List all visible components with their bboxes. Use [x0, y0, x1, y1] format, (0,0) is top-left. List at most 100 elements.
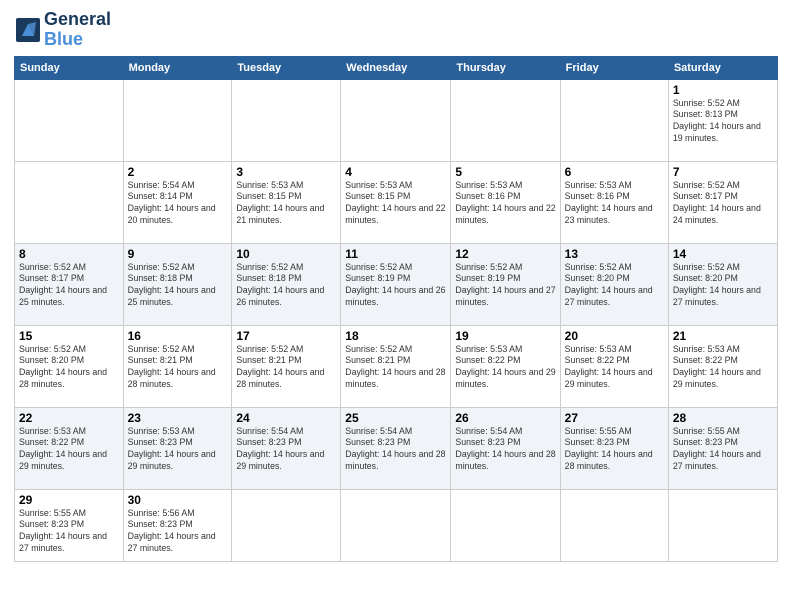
day-cell-4: 4Sunrise: 5:53 AMSunset: 8:15 PMDaylight…: [341, 161, 451, 243]
day-cell-29: 29Sunrise: 5:55 AMSunset: 8:23 PMDayligh…: [15, 489, 124, 561]
day-info: Sunrise: 5:53 AMSunset: 8:15 PMDaylight:…: [345, 180, 445, 226]
day-info: Sunrise: 5:54 AMSunset: 8:23 PMDaylight:…: [455, 426, 555, 472]
day-cell-26: 26Sunrise: 5:54 AMSunset: 8:23 PMDayligh…: [451, 407, 560, 489]
day-info: Sunrise: 5:52 AMSunset: 8:20 PMDaylight:…: [673, 262, 761, 308]
day-info: Sunrise: 5:55 AMSunset: 8:23 PMDaylight:…: [565, 426, 653, 472]
header-cell-sunday: Sunday: [15, 56, 124, 79]
day-info: Sunrise: 5:52 AMSunset: 8:21 PMDaylight:…: [128, 344, 216, 390]
empty-cell: [560, 489, 668, 561]
empty-cell: [560, 79, 668, 161]
empty-cell: [341, 79, 451, 161]
day-cell-8: 8Sunrise: 5:52 AMSunset: 8:17 PMDaylight…: [15, 243, 124, 325]
day-cell-18: 18Sunrise: 5:52 AMSunset: 8:21 PMDayligh…: [341, 325, 451, 407]
day-number: 5: [455, 165, 555, 179]
day-info: Sunrise: 5:52 AMSunset: 8:18 PMDaylight:…: [236, 262, 324, 308]
header-row: SundayMondayTuesdayWednesdayThursdayFrid…: [15, 56, 778, 79]
header-cell-saturday: Saturday: [668, 56, 777, 79]
empty-cell: [232, 489, 341, 561]
day-cell-25: 25Sunrise: 5:54 AMSunset: 8:23 PMDayligh…: [341, 407, 451, 489]
day-number: 23: [128, 411, 228, 425]
day-number: 4: [345, 165, 446, 179]
day-cell-27: 27Sunrise: 5:55 AMSunset: 8:23 PMDayligh…: [560, 407, 668, 489]
day-cell-17: 17Sunrise: 5:52 AMSunset: 8:21 PMDayligh…: [232, 325, 341, 407]
day-cell-9: 9Sunrise: 5:52 AMSunset: 8:18 PMDaylight…: [123, 243, 232, 325]
day-cell-24: 24Sunrise: 5:54 AMSunset: 8:23 PMDayligh…: [232, 407, 341, 489]
day-cell-11: 11Sunrise: 5:52 AMSunset: 8:19 PMDayligh…: [341, 243, 451, 325]
header-cell-friday: Friday: [560, 56, 668, 79]
day-number: 6: [565, 165, 664, 179]
day-number: 17: [236, 329, 336, 343]
day-cell-20: 20Sunrise: 5:53 AMSunset: 8:22 PMDayligh…: [560, 325, 668, 407]
header-cell-tuesday: Tuesday: [232, 56, 341, 79]
day-info: Sunrise: 5:53 AMSunset: 8:16 PMDaylight:…: [565, 180, 653, 226]
empty-cell: [15, 79, 124, 161]
day-number: 11: [345, 247, 446, 261]
day-number: 10: [236, 247, 336, 261]
day-info: Sunrise: 5:56 AMSunset: 8:23 PMDaylight:…: [128, 508, 216, 554]
week-row-4: 22Sunrise: 5:53 AMSunset: 8:22 PMDayligh…: [15, 407, 778, 489]
day-info: Sunrise: 5:53 AMSunset: 8:22 PMDaylight:…: [673, 344, 761, 390]
logo-text: General Blue: [44, 10, 111, 50]
day-number: 15: [19, 329, 119, 343]
day-info: Sunrise: 5:53 AMSunset: 8:22 PMDaylight:…: [455, 344, 555, 390]
day-cell-19: 19Sunrise: 5:53 AMSunset: 8:22 PMDayligh…: [451, 325, 560, 407]
day-info: Sunrise: 5:52 AMSunset: 8:21 PMDaylight:…: [345, 344, 445, 390]
day-cell-5: 5Sunrise: 5:53 AMSunset: 8:16 PMDaylight…: [451, 161, 560, 243]
day-cell-14: 14Sunrise: 5:52 AMSunset: 8:20 PMDayligh…: [668, 243, 777, 325]
day-number: 28: [673, 411, 773, 425]
day-cell-28: 28Sunrise: 5:55 AMSunset: 8:23 PMDayligh…: [668, 407, 777, 489]
empty-cell: [123, 79, 232, 161]
header-cell-wednesday: Wednesday: [341, 56, 451, 79]
week-row-0: 1Sunrise: 5:52 AMSunset: 8:13 PMDaylight…: [15, 79, 778, 161]
day-number: 1: [673, 83, 773, 97]
header-cell-thursday: Thursday: [451, 56, 560, 79]
day-number: 7: [673, 165, 773, 179]
week-row-3: 15Sunrise: 5:52 AMSunset: 8:20 PMDayligh…: [15, 325, 778, 407]
day-info: Sunrise: 5:52 AMSunset: 8:21 PMDaylight:…: [236, 344, 324, 390]
day-number: 3: [236, 165, 336, 179]
week-row-2: 8Sunrise: 5:52 AMSunset: 8:17 PMDaylight…: [15, 243, 778, 325]
day-cell-7: 7Sunrise: 5:52 AMSunset: 8:17 PMDaylight…: [668, 161, 777, 243]
day-info: Sunrise: 5:55 AMSunset: 8:23 PMDaylight:…: [19, 508, 107, 554]
day-number: 9: [128, 247, 228, 261]
empty-cell: [341, 489, 451, 561]
day-info: Sunrise: 5:53 AMSunset: 8:23 PMDaylight:…: [128, 426, 216, 472]
day-info: Sunrise: 5:52 AMSunset: 8:18 PMDaylight:…: [128, 262, 216, 308]
day-cell-2: 2Sunrise: 5:54 AMSunset: 8:14 PMDaylight…: [123, 161, 232, 243]
day-cell-1: 1Sunrise: 5:52 AMSunset: 8:13 PMDaylight…: [668, 79, 777, 161]
day-cell-15: 15Sunrise: 5:52 AMSunset: 8:20 PMDayligh…: [15, 325, 124, 407]
day-number: 21: [673, 329, 773, 343]
day-info: Sunrise: 5:54 AMSunset: 8:14 PMDaylight:…: [128, 180, 216, 226]
day-info: Sunrise: 5:54 AMSunset: 8:23 PMDaylight:…: [345, 426, 445, 472]
day-info: Sunrise: 5:53 AMSunset: 8:16 PMDaylight:…: [455, 180, 555, 226]
day-number: 30: [128, 493, 228, 507]
day-info: Sunrise: 5:52 AMSunset: 8:20 PMDaylight:…: [19, 344, 107, 390]
day-number: 27: [565, 411, 664, 425]
day-number: 13: [565, 247, 664, 261]
day-cell-10: 10Sunrise: 5:52 AMSunset: 8:18 PMDayligh…: [232, 243, 341, 325]
day-number: 29: [19, 493, 119, 507]
header: General Blue: [14, 10, 778, 50]
empty-cell: [232, 79, 341, 161]
day-info: Sunrise: 5:53 AMSunset: 8:22 PMDaylight:…: [19, 426, 107, 472]
day-number: 14: [673, 247, 773, 261]
day-number: 2: [128, 165, 228, 179]
page: General Blue SundayMondayTuesdayWednesda…: [0, 0, 792, 612]
day-info: Sunrise: 5:53 AMSunset: 8:15 PMDaylight:…: [236, 180, 324, 226]
day-cell-16: 16Sunrise: 5:52 AMSunset: 8:21 PMDayligh…: [123, 325, 232, 407]
day-info: Sunrise: 5:52 AMSunset: 8:13 PMDaylight:…: [673, 98, 761, 144]
logo-icon: [14, 16, 42, 44]
day-cell-23: 23Sunrise: 5:53 AMSunset: 8:23 PMDayligh…: [123, 407, 232, 489]
day-cell-21: 21Sunrise: 5:53 AMSunset: 8:22 PMDayligh…: [668, 325, 777, 407]
week-row-5: 29Sunrise: 5:55 AMSunset: 8:23 PMDayligh…: [15, 489, 778, 561]
empty-cell: [668, 489, 777, 561]
day-number: 12: [455, 247, 555, 261]
day-number: 25: [345, 411, 446, 425]
day-number: 24: [236, 411, 336, 425]
header-cell-monday: Monday: [123, 56, 232, 79]
empty-cell: [451, 489, 560, 561]
day-number: 18: [345, 329, 446, 343]
logo: General Blue: [14, 10, 111, 50]
day-number: 20: [565, 329, 664, 343]
day-cell-6: 6Sunrise: 5:53 AMSunset: 8:16 PMDaylight…: [560, 161, 668, 243]
